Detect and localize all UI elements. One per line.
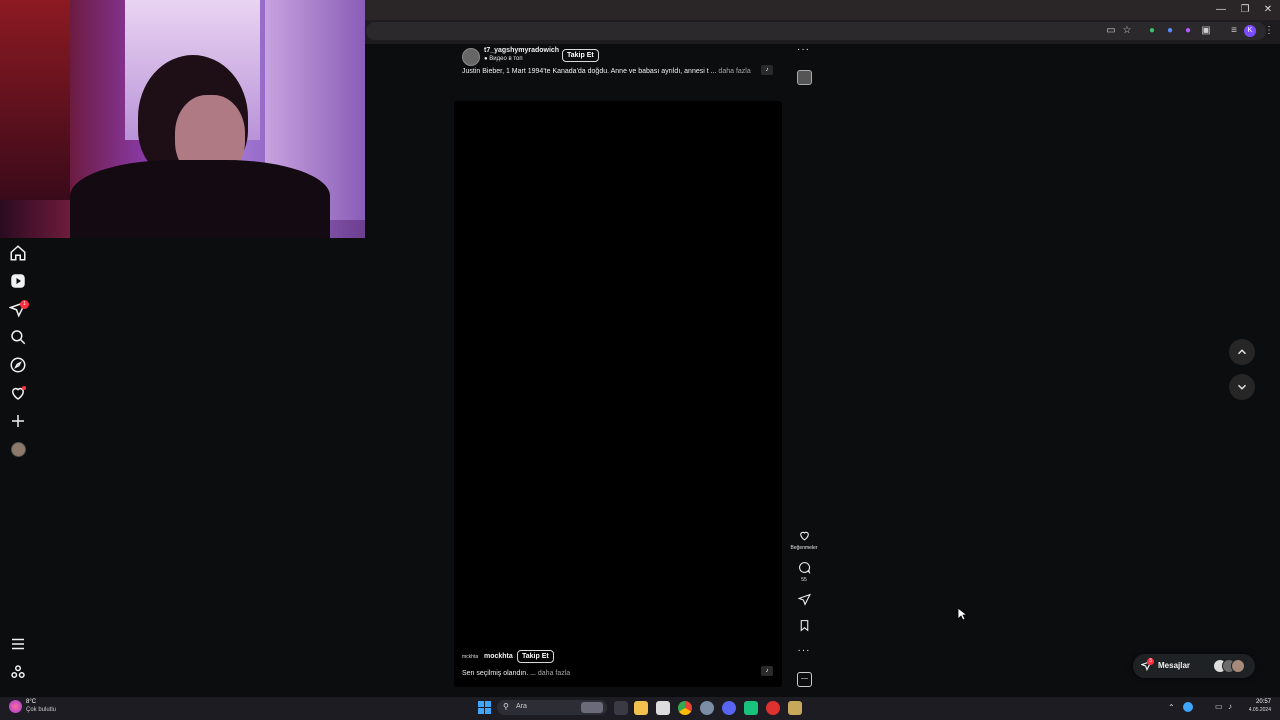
audio-thumbnail[interactable]: — [797, 672, 812, 687]
more-link[interactable]: daha fazla [718, 68, 750, 75]
tab-search-icon[interactable]: ≡ [1227, 24, 1241, 38]
mute-icon[interactable]: ♪ [761, 65, 773, 75]
messages-button[interactable]: 3 Mesajlar [1133, 654, 1255, 678]
menu-kebab-icon[interactable]: ⋮ [1262, 24, 1276, 38]
create-plus-icon[interactable] [9, 412, 27, 430]
extension-icon[interactable]: ● [1163, 24, 1177, 38]
webcam-red-shelf [0, 0, 70, 200]
save-button[interactable] [795, 619, 813, 637]
app-icon[interactable] [766, 701, 780, 715]
home-icon[interactable] [9, 244, 27, 262]
send-icon [796, 593, 811, 606]
post-username[interactable]: mockhta [484, 653, 513, 660]
network-icon[interactable]: ▭ [1215, 702, 1223, 711]
file-explorer-icon[interactable] [634, 701, 648, 715]
weather-icon[interactable] [9, 700, 22, 713]
comments-count: 55 [801, 577, 807, 583]
comment-icon [798, 562, 810, 575]
notification-dot [22, 386, 26, 390]
taskbar-date[interactable]: 4.05.2024 [1243, 707, 1271, 713]
explore-compass-icon[interactable] [9, 356, 27, 374]
post-caption-text: Justin Bieber, 1 Mart 1994'te Kanada'da … [462, 68, 717, 75]
webcam-person-shirt [70, 160, 330, 238]
chrome-icon[interactable] [678, 701, 692, 715]
share-button[interactable] [795, 593, 813, 611]
profile-avatar[interactable]: K [1244, 25, 1256, 37]
post-location-text: Видео в топ [489, 56, 523, 62]
heart-icon [799, 531, 809, 541]
taskbar-search-input[interactable]: ⚲ Ara [497, 700, 607, 715]
shield-extension-icon[interactable]: ● [1145, 24, 1159, 38]
post-caption: Sen seçilmiş olandın. ... daha fazla [462, 670, 570, 677]
weather-temp[interactable]: 8°C [26, 699, 36, 705]
game-launcher-icon[interactable] [788, 701, 802, 715]
app-icon[interactable] [744, 701, 758, 715]
profile-avatar[interactable] [11, 442, 26, 457]
previous-reel-button[interactable] [1229, 339, 1255, 365]
extensions-puzzle-icon[interactable]: ▣ [1199, 24, 1213, 38]
mute-icon[interactable]: ♪ [761, 666, 773, 676]
task-view-icon[interactable] [614, 701, 628, 715]
chevron-up-icon [1237, 349, 1247, 355]
settings-gear-icon[interactable] [700, 701, 714, 715]
more-options-icon[interactable]: ··· [795, 645, 813, 656]
messages-badge: 3 [1147, 658, 1154, 665]
follow-button[interactable]: Takip Et [562, 49, 599, 62]
reels-icon[interactable] [9, 272, 27, 290]
windows-start-icon[interactable] [478, 701, 491, 714]
post-caption-text: Sen seçilmiş olandın. ... [462, 670, 536, 677]
likes-label[interactable]: Beğenmeler [783, 545, 825, 551]
webcam-overlay [0, 0, 365, 238]
post-avatar-label[interactable]: mckhta [462, 654, 478, 660]
search-icon[interactable] [9, 328, 27, 346]
post-username[interactable]: t7_yagshymyradowich [484, 47, 559, 54]
post-location[interactable]: ● Видео в топ [484, 56, 523, 62]
extension-icon[interactable]: ● [1181, 24, 1195, 38]
post-avatar[interactable] [462, 48, 480, 66]
chevron-up-icon[interactable]: ⌃ [1168, 703, 1175, 712]
weather-condition[interactable]: Çok bulutlu [26, 707, 56, 713]
chevron-down-icon [1237, 384, 1247, 390]
post-caption: Justin Bieber, 1 Mart 1994'te Kanada'da … [462, 68, 751, 75]
cast-icon[interactable]: ▭ [1104, 24, 1118, 38]
more-menu-icon[interactable] [9, 635, 27, 653]
search-icon: ⚲ [503, 702, 509, 711]
search-highlight-image [581, 702, 603, 713]
mouse-cursor-icon [957, 607, 969, 626]
more-options-icon[interactable]: ··· [797, 44, 810, 55]
bookmark-icon [800, 620, 808, 632]
avatar [1231, 659, 1245, 673]
notification-badge: 1 [20, 300, 29, 309]
taskbar-time[interactable]: 20:57 [1249, 699, 1271, 705]
threads-apps-icon[interactable] [9, 663, 27, 681]
more-link[interactable]: daha fazla [538, 670, 570, 677]
reel-video[interactable] [454, 101, 782, 687]
bookmark-star-icon[interactable]: ☆ [1120, 24, 1134, 38]
close-icon[interactable]: ✕ [1257, 2, 1279, 18]
discord-icon[interactable] [722, 701, 736, 715]
follow-button[interactable]: Takip Et [517, 650, 554, 663]
location-pin-icon: ● [484, 56, 488, 62]
audio-thumbnail[interactable] [797, 70, 812, 85]
restore-icon[interactable]: ❐ [1234, 2, 1256, 18]
volume-icon[interactable]: ♪ [1228, 702, 1232, 711]
taskbar-search-placeholder: Ara [516, 703, 527, 710]
next-reel-button[interactable] [1229, 374, 1255, 400]
store-icon[interactable] [656, 701, 670, 715]
messages-label: Mesajlar [1158, 661, 1191, 670]
minimize-icon[interactable]: — [1210, 2, 1232, 18]
tray-app-icon[interactable] [1183, 702, 1193, 712]
